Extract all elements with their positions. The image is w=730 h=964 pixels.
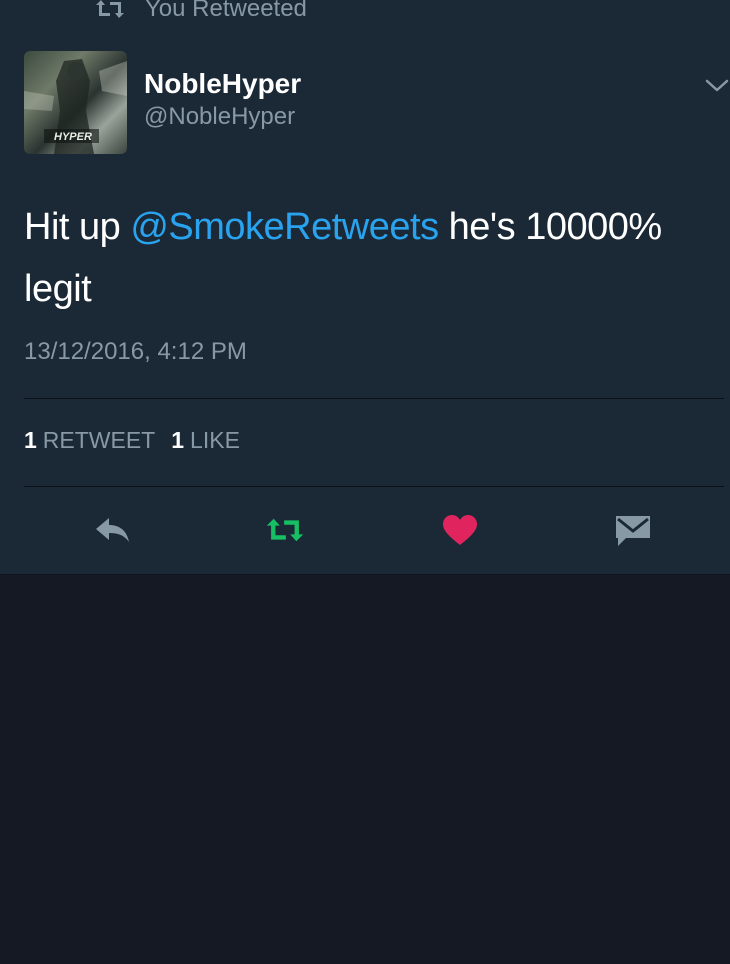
like-button[interactable] — [440, 510, 480, 550]
like-count: 1 — [171, 427, 185, 453]
retweet-icon — [266, 518, 304, 542]
tweet-text: Hit up @SmokeRetweets he's 10000% legit — [24, 196, 714, 320]
reply-icon — [96, 518, 129, 542]
avatar-logo-text: HYPER — [54, 131, 92, 143]
author-display-name[interactable]: NobleHyper — [144, 68, 301, 100]
divider — [24, 486, 724, 487]
author-handle[interactable]: @NobleHyper — [144, 103, 295, 131]
tweet-text-before: Hit up — [24, 206, 131, 248]
direct-message-button[interactable] — [613, 510, 653, 550]
reply-button[interactable] — [93, 510, 133, 550]
retweet-icon — [96, 0, 124, 18]
heart-icon — [443, 515, 477, 545]
tweet-card: You Retweeted HYPER NobleHyper @NobleHyp… — [0, 0, 730, 575]
engagement-counts: 1 RETWEET 1 LIKE — [24, 427, 240, 454]
retweet-context-label: You Retweeted — [145, 0, 307, 22]
retweet-count-label: RETWEET — [42, 427, 156, 453]
tweet-mention-link[interactable]: @SmokeRetweets — [130, 206, 439, 248]
chevron-down-icon[interactable] — [704, 78, 730, 94]
divider — [24, 398, 724, 399]
avatar[interactable]: HYPER — [24, 51, 127, 154]
like-count-label: LIKE — [190, 427, 240, 453]
like-count-stat[interactable]: 1 LIKE — [171, 427, 240, 454]
retweet-count-stat[interactable]: 1 RETWEET — [24, 427, 155, 454]
avatar-image: HYPER — [24, 59, 127, 154]
envelope-icon — [616, 516, 650, 546]
tweet-timestamp: 13/12/2016, 4:12 PM — [24, 338, 247, 365]
retweet-count: 1 — [24, 427, 37, 453]
retweet-context: You Retweeted — [95, 0, 307, 24]
retweet-button[interactable] — [265, 510, 305, 550]
